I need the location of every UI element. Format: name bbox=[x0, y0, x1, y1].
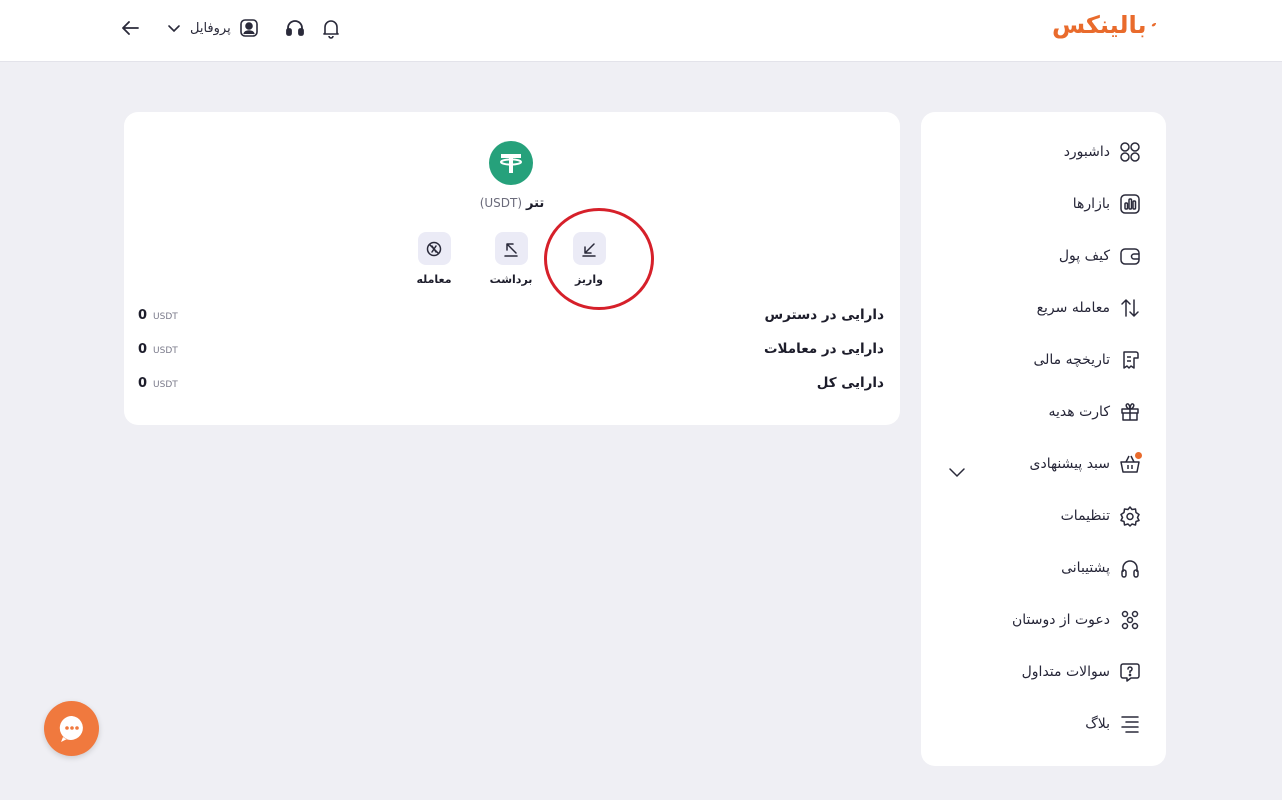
profile-menu-button[interactable]: پروفایل bbox=[166, 16, 259, 40]
blog-icon bbox=[1118, 712, 1142, 736]
sidebar-item-wallet[interactable]: کیف پول bbox=[1059, 241, 1142, 271]
balance-value: 0 USDT bbox=[138, 308, 178, 323]
sidebar-item-quick-trade[interactable]: معامله سریع bbox=[1037, 293, 1142, 323]
sidebar-item-invite-friends[interactable]: دعوت از دوستان bbox=[1012, 605, 1142, 635]
logo-text: بالینکس bbox=[1052, 11, 1147, 39]
sidebar-item-label: کارت هدیه bbox=[1048, 404, 1110, 420]
notification-dot bbox=[1135, 452, 1142, 459]
sidebar: داشبورد بازارها کیف پول معامله سریع تاری… bbox=[921, 112, 1166, 766]
profile-label: پروفایل bbox=[190, 20, 231, 36]
balance-title: دارایی در معاملات bbox=[763, 341, 884, 357]
sidebar-item-label: کیف پول bbox=[1058, 248, 1110, 264]
trade-label: معامله bbox=[416, 273, 452, 286]
sidebar-item-label: تنظیمات bbox=[1060, 508, 1110, 524]
faq-icon bbox=[1118, 660, 1142, 684]
sidebar-item-label: سوالات متداول bbox=[1021, 664, 1110, 680]
chevron-down-icon bbox=[168, 25, 180, 33]
sidebar-item-label: سبد پیشنهادی bbox=[1029, 456, 1111, 472]
logo-leaf-icon bbox=[1151, 23, 1156, 27]
balance-title: دارایی در دسترس bbox=[764, 307, 884, 323]
sidebar-item-settings[interactable]: تنظیمات bbox=[1061, 501, 1142, 531]
sidebar-item-label: بلاگ bbox=[1085, 716, 1110, 732]
asset-title: (USDT) تتر bbox=[424, 196, 600, 211]
wallet-icon bbox=[1118, 244, 1142, 268]
back-arrow-icon[interactable] bbox=[118, 16, 142, 40]
balance-row-in-orders: 0 USDT دارایی در معاملات bbox=[138, 339, 884, 359]
receipt-icon bbox=[1118, 348, 1142, 372]
sidebar-item-label: معامله سریع bbox=[1036, 300, 1110, 316]
asset-name: تتر bbox=[526, 196, 545, 211]
balance-row-total: 0 USDT دارایی کل bbox=[138, 373, 884, 393]
balance-amount: 0 bbox=[138, 307, 148, 323]
balance-row-available: 0 USDT دارایی در دسترس bbox=[138, 305, 884, 325]
sidebar-item-dashboard[interactable]: داشبورد bbox=[1064, 137, 1142, 167]
balance-value: 0 USDT bbox=[138, 376, 178, 391]
balance-amount: 0 bbox=[138, 341, 148, 357]
trade-button[interactable]: معامله bbox=[404, 232, 464, 286]
tether-logo-icon bbox=[489, 141, 533, 185]
top-header: بالینکس پروفایل bbox=[0, 0, 1282, 62]
sidebar-item-label: پشتیبانی bbox=[1061, 560, 1110, 576]
balance-unit: USDT bbox=[153, 379, 178, 390]
trade-icon bbox=[417, 232, 451, 265]
withdraw-label: برداشت bbox=[489, 273, 533, 286]
sidebar-item-support[interactable]: پشتیبانی bbox=[1061, 553, 1142, 583]
balinex-logo[interactable]: بالینکس bbox=[1052, 8, 1156, 42]
withdraw-arrow-icon bbox=[494, 232, 528, 265]
bell-icon[interactable] bbox=[319, 16, 343, 40]
dashboard-icon bbox=[1118, 140, 1142, 164]
deposit-button[interactable]: واریز bbox=[559, 232, 619, 286]
deposit-label: واریز bbox=[575, 273, 603, 286]
sidebar-item-faq[interactable]: سوالات متداول bbox=[1022, 657, 1142, 687]
balance-unit: USDT bbox=[153, 311, 178, 322]
sidebar-item-blog[interactable]: بلاگ bbox=[1085, 709, 1142, 739]
balance-value: 0 USDT bbox=[138, 342, 178, 357]
headset-icon[interactable] bbox=[283, 16, 307, 40]
chat-bubble-icon bbox=[59, 715, 83, 742]
balance-title: دارایی کل bbox=[816, 375, 884, 391]
asset-symbol: (USDT) bbox=[479, 196, 523, 210]
user-avatar-icon bbox=[239, 19, 258, 37]
deposit-arrow-icon bbox=[572, 232, 606, 265]
asset-detail-card: (USDT) تتر واریز برداشت معامله 0 USDT دا… bbox=[124, 112, 900, 425]
basket-icon bbox=[1118, 452, 1142, 476]
sidebar-item-suggested-basket[interactable]: سبد پیشنهادی bbox=[1029, 449, 1142, 479]
gift-icon bbox=[1118, 400, 1142, 424]
users-icon bbox=[1118, 608, 1142, 632]
sidebar-item-label: دعوت از دوستان bbox=[1011, 612, 1110, 628]
markets-icon bbox=[1118, 192, 1142, 216]
sidebar-item-financial-history[interactable]: تاریخچه مالی bbox=[1033, 345, 1142, 375]
sidebar-item-label: داشبورد bbox=[1063, 144, 1110, 160]
sidebar-item-label: بازارها bbox=[1072, 196, 1110, 212]
gear-icon bbox=[1118, 504, 1142, 528]
sidebar-item-gift-card[interactable]: کارت هدیه bbox=[1049, 397, 1142, 427]
balance-amount: 0 bbox=[138, 375, 148, 391]
withdraw-button[interactable]: برداشت bbox=[481, 232, 541, 286]
chevron-down-icon[interactable] bbox=[947, 462, 967, 482]
sidebar-item-markets[interactable]: بازارها bbox=[1073, 189, 1142, 219]
swap-arrows-icon bbox=[1118, 296, 1142, 320]
chat-support-button[interactable] bbox=[44, 701, 99, 756]
balance-unit: USDT bbox=[153, 345, 178, 356]
headset-icon bbox=[1118, 556, 1142, 580]
sidebar-item-label: تاریخچه مالی bbox=[1033, 352, 1110, 368]
